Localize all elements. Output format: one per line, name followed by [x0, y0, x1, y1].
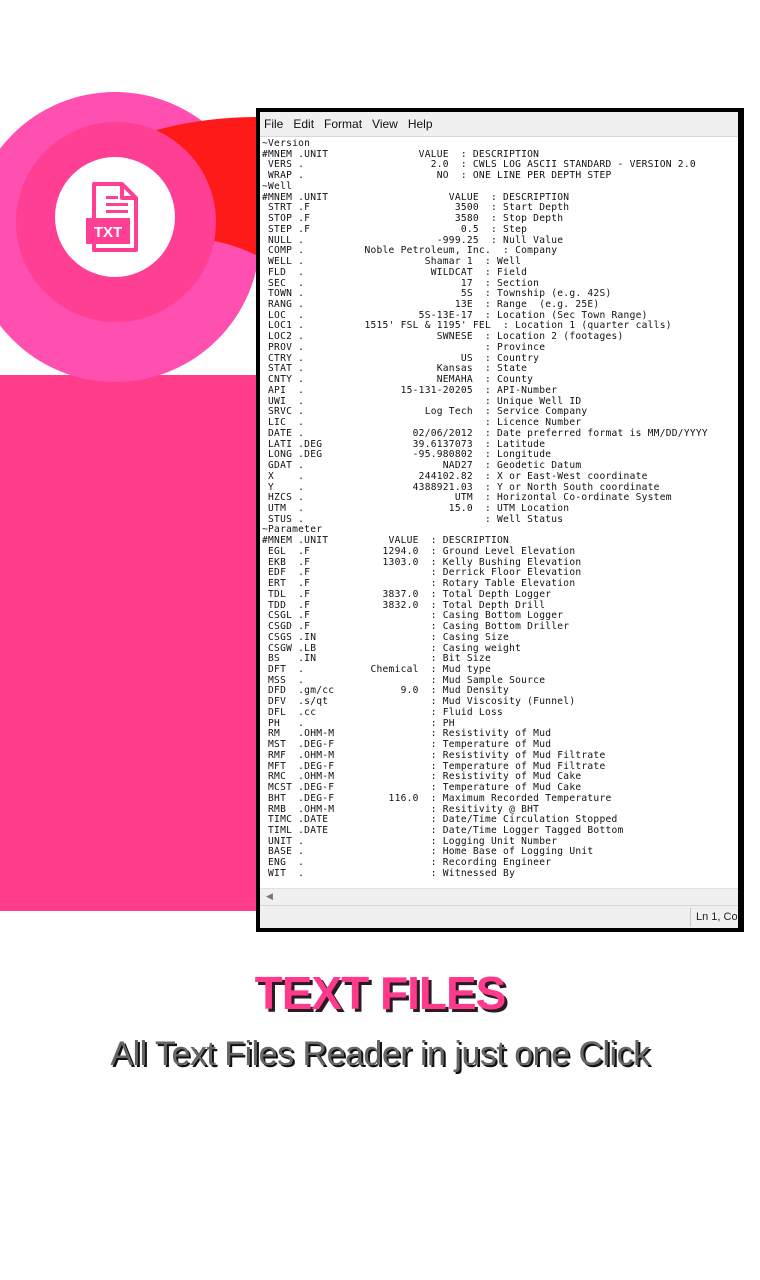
document-line: SEC . 17 : Section: [268, 277, 540, 289]
document-line: EDF .F : Derrick Floor Elevation: [268, 567, 582, 579]
subheadline: All Text Files Reader in just one Click: [110, 1035, 650, 1073]
status-bar: Ln 1, Col 1: [260, 905, 738, 928]
document-line: DATE . 02/06/2012 : Date preferred forma…: [268, 427, 708, 439]
document-line: RMB .OHM-M : Resitivity @ BHT: [268, 803, 540, 815]
menu-file[interactable]: File: [260, 117, 288, 131]
document-line: TIMC .DATE : Date/Time Circulation Stopp…: [268, 814, 618, 826]
document-line: LOC1 . 1515' FSL & 1195' FEL : Location …: [268, 320, 672, 332]
txt-file-icon: TXT: [55, 157, 175, 277]
document-line: RANG . 13E : Range (e.g. 25E): [268, 299, 600, 311]
document-line: LATI .DEG 39.6137073 : Latitude: [268, 438, 546, 450]
document-line: STAT . Kansas : State: [268, 363, 528, 375]
document-line: CSGW .LB : Casing weight: [268, 642, 522, 654]
document-line: HZCS . UTM : Horizontal Co-ordinate Syst…: [268, 492, 672, 504]
document-line: PH . : PH: [268, 717, 455, 729]
document-line: UNIT . : Logging Unit Number: [268, 835, 558, 847]
document-line: DFV .s/qt : Mud Viscosity (Funnel): [268, 696, 576, 708]
document-line: COMP . Noble Petroleum, Inc. : Company: [268, 245, 558, 257]
document-line: MST .DEG-F : Temperature of Mud: [268, 739, 552, 751]
document-line: TDL .F 3837.0 : Total Depth Logger: [268, 588, 552, 600]
document-line: ERT .F : Rotary Table Elevation: [268, 578, 576, 590]
document-line: VERS . 2.0 : CWLS LOG ASCII STANDARD - V…: [268, 159, 696, 171]
document-line: X . 244102.82 : X or East-West coordinat…: [268, 470, 648, 482]
menu-help[interactable]: Help: [403, 117, 438, 131]
document-line: DFD .gm/cc 9.0 : Mud Density: [268, 685, 510, 697]
document-line: ~Well: [262, 180, 293, 192]
menu-bar: File Edit Format View Help: [260, 112, 738, 137]
document-line: TDD .F 3832.0 : Total Depth Drill: [268, 599, 546, 611]
document-line: #MNEM .UNIT VALUE : DESCRIPTION: [262, 148, 540, 160]
cursor-position: Ln 1, Col 1: [696, 911, 738, 923]
notepad-window-body: File Edit Format View Help ~Version #MNE…: [260, 112, 738, 928]
document-text: ~Version #MNEM .UNIT VALUE : DESCRIPTION…: [262, 139, 736, 880]
document-line: MFT .DEG-F : Temperature of Mud Filtrate: [268, 760, 606, 772]
status-divider: [690, 908, 691, 927]
document-line: STUS . : Well Status: [268, 513, 564, 525]
horizontal-scrollbar[interactable]: ◀: [260, 888, 738, 905]
document-line: #MNEM .UNIT VALUE : DESCRIPTION: [262, 535, 510, 547]
document-line: RMC .OHM-M : Resistivity of Mud Cake: [268, 771, 582, 783]
document-line: UTM . 15.0 : UTM Location: [268, 502, 570, 514]
document-line: MCST .DEG-F : Temperature of Mud Cake: [268, 782, 582, 794]
document-line: UWI . : Unique Well ID: [268, 395, 582, 407]
menu-view[interactable]: View: [367, 117, 403, 131]
document-line: BASE . : Home Base of Logging Unit: [268, 846, 594, 858]
document-line: LIC . : Licence Number: [268, 417, 582, 429]
document-line: GDAT . NAD27 : Geodetic Datum: [268, 460, 582, 472]
document-line: DFT . Chemical : Mud type: [268, 663, 491, 675]
document-line: LOC2 . SWNESE : Location 2 (footages): [268, 331, 624, 343]
document-line: TIML .DATE : Date/Time Logger Tagged Bot…: [268, 825, 624, 836]
menu-format[interactable]: Format: [319, 117, 367, 131]
text-editor-area[interactable]: ~Version #MNEM .UNIT VALUE : DESCRIPTION…: [262, 139, 736, 887]
document-line: PROV . : Province: [268, 341, 546, 353]
document-line: WELL . Shamar 1 : Well: [268, 256, 522, 268]
document-line: LOC . 5S-13E-17 : Location (Sec Town Ran…: [268, 309, 648, 321]
document-line: BS .IN : Bit Size: [268, 653, 491, 665]
document-line: CNTY . NEMAHA : County: [268, 374, 534, 386]
document-line: WRAP . NO : ONE LINE PER DEPTH STEP: [268, 170, 612, 182]
document-line: WIT . : Witnessed By: [268, 867, 516, 879]
document-line: ~Version: [262, 139, 311, 149]
document-line: CTRY . US : Country: [268, 352, 540, 364]
document-line: LONG .DEG -95.980802 : Longitude: [268, 449, 552, 461]
document-line: RM .OHM-M : Resistivity of Mud: [268, 728, 552, 740]
document-line: Y . 4388921.03 : Y or North South coordi…: [268, 481, 660, 493]
document-line: STRT .F 3500 : Start Depth: [268, 202, 570, 214]
svg-text:TXT: TXT: [94, 224, 122, 241]
document-line: FLD . WILDCAT : Field: [268, 266, 528, 278]
document-line: CSGD .F : Casing Bottom Driller: [268, 621, 570, 633]
document-line: RMF .OHM-M : Resistivity of Mud Filtrate: [268, 749, 606, 761]
document-line: NULL . -999.25 : Null Value: [268, 234, 564, 246]
document-line: DFL .cc : Fluid Loss: [268, 706, 504, 718]
document-line: STEP .F 0.5 : Step: [268, 223, 528, 235]
document-line: #MNEM .UNIT VALUE : DESCRIPTION: [262, 191, 570, 203]
scroll-left-icon[interactable]: ◀: [266, 891, 273, 902]
document-line: MSS . : Mud Sample Source: [268, 674, 546, 686]
menu-edit[interactable]: Edit: [288, 117, 319, 131]
document-line: EKB .F 1303.0 : Kelly Bushing Elevation: [268, 556, 582, 568]
document-line: CSGS .IN : Casing Size: [268, 631, 510, 643]
document-line: ENG . : Recording Engineer: [268, 857, 552, 869]
document-line: API . 15-131-20205 : API-Number: [268, 384, 558, 396]
document-line: BHT .DEG-F 116.0 : Maximum Recorded Temp…: [268, 792, 612, 804]
document-line: SRVC . Log Tech : Service Company: [268, 406, 588, 418]
document-line: STOP .F 3580 : Stop Depth: [268, 213, 564, 225]
pink-background-band: [0, 375, 258, 911]
document-line: EGL .F 1294.0 : Ground Level Elevation: [268, 545, 576, 557]
notepad-window: File Edit Format View Help ~Version #MNE…: [256, 108, 744, 932]
document-line: ~Parameter: [262, 524, 323, 536]
document-line: TOWN . 5S : Township (e.g. 42S): [268, 288, 612, 300]
headline: TEXT FILES: [254, 967, 507, 1019]
document-line: CSGL .F : Casing Bottom Logger: [268, 610, 564, 622]
